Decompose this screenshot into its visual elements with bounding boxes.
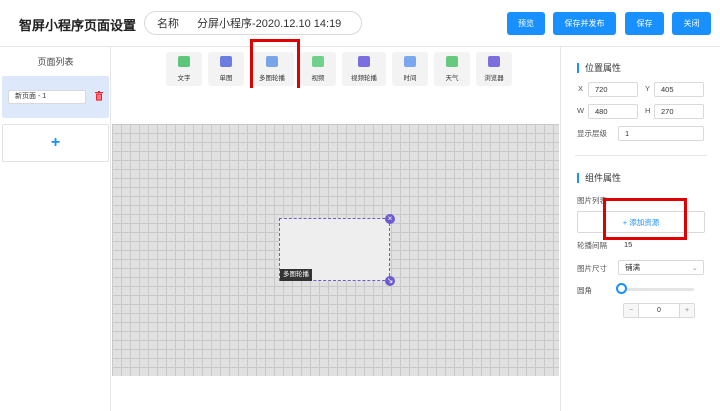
tool-label: 天气	[445, 75, 459, 82]
header-bar: 智屏小程序页面设置 名称 分屏小程序-2020.12.10 14:19 预览 保…	[0, 0, 720, 47]
save-button[interactable]: 保存	[625, 12, 664, 35]
tool-label: 文字	[177, 75, 191, 82]
page-list-panel: 页面列表 新页面 - 1 +	[0, 47, 111, 411]
stepper-value[interactable]: 0	[638, 304, 680, 317]
tool-browser[interactable]: 浏览器	[476, 52, 512, 86]
tool-video[interactable]: 视频	[300, 52, 336, 86]
highlight-box-add-resource	[603, 198, 687, 240]
tool-label: 时间	[403, 75, 417, 82]
tool-video-carousel[interactable]: 视频轮播	[342, 52, 386, 86]
save-publish-button[interactable]: 保存并发布	[553, 12, 616, 35]
tool-label: 视频	[311, 75, 325, 82]
image-icon	[220, 56, 232, 67]
text-icon	[178, 56, 190, 67]
y-input[interactable]: 405	[654, 82, 704, 97]
layer-label: 显示层级	[577, 129, 607, 138]
tool-label: 视频轮播	[351, 75, 377, 82]
w-input[interactable]: 480	[588, 104, 638, 119]
w-label: W	[577, 106, 585, 115]
radius-label: 圆角	[577, 286, 592, 295]
x-label: X	[578, 84, 584, 93]
tool-text[interactable]: 文字	[166, 52, 202, 86]
size-select[interactable]: 铺满 ⌄	[618, 260, 704, 275]
plus-icon: +	[50, 134, 61, 151]
h-label: H	[645, 106, 651, 115]
size-select-value: 铺满	[625, 263, 640, 272]
radius-slider-thumb[interactable]	[616, 283, 627, 294]
app-title: 智屏小程序页面设置	[19, 18, 137, 33]
position-title: 位置属性	[577, 63, 621, 73]
page-list-title: 页面列表	[37, 57, 74, 67]
video-carousel-icon	[358, 56, 370, 67]
browser-icon	[488, 56, 500, 67]
h-input[interactable]: 270	[654, 104, 704, 119]
component-label: 多图轮播	[280, 269, 312, 281]
name-label: 名称	[157, 18, 179, 30]
page-card[interactable]: 新页面 - 1	[2, 76, 109, 118]
weather-icon	[446, 56, 458, 67]
resize-handle-icon[interactable]: ↘	[385, 276, 395, 286]
tool-label: 单图	[219, 75, 233, 82]
name-field[interactable]: 名称 分屏小程序-2020.12.10 14:19	[144, 11, 362, 35]
close-icon[interactable]: ×	[385, 214, 395, 224]
x-input[interactable]: 720	[588, 82, 638, 97]
interval-input[interactable]: 15	[618, 238, 704, 253]
layer-input[interactable]: 1	[618, 126, 704, 141]
section-divider	[575, 155, 707, 156]
radius-stepper: − 0 +	[623, 303, 695, 318]
component-title: 组件属性	[577, 173, 621, 183]
close-button[interactable]: 关闭	[672, 12, 711, 35]
add-page-button[interactable]: +	[2, 124, 109, 162]
name-value: 分屏小程序-2020.12.10 14:19	[197, 18, 342, 30]
size-label: 图片尺寸	[577, 264, 607, 273]
component-toolbar: 文字 单图 多图轮播 视频 视频轮播 时间 天气 浏览器	[166, 52, 512, 86]
page-name-input[interactable]: 新页面 - 1	[8, 90, 86, 104]
stepper-plus-button[interactable]: +	[680, 304, 694, 317]
trash-icon[interactable]	[95, 91, 103, 101]
tool-single-image[interactable]: 单图	[208, 52, 244, 86]
tool-time[interactable]: 时间	[392, 52, 428, 86]
tool-weather[interactable]: 天气	[434, 52, 470, 86]
tool-label: 浏览器	[484, 75, 504, 82]
stepper-minus-button[interactable]: −	[624, 304, 638, 317]
video-icon	[312, 56, 324, 67]
preview-button[interactable]: 预览	[507, 12, 545, 35]
y-label: Y	[645, 84, 651, 93]
interval-label: 轮播间隔	[577, 241, 607, 250]
clock-icon	[404, 56, 416, 67]
radius-slider-track[interactable]	[622, 288, 694, 291]
chevron-down-icon: ⌄	[691, 263, 698, 272]
